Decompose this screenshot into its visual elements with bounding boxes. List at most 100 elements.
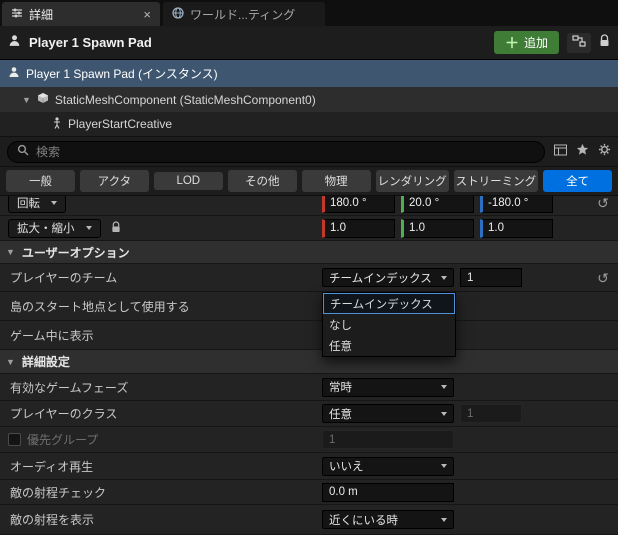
player-class-index-field: 1 [460,404,522,423]
hierarchy-staticmesh-label: StaticMeshComponent (StaticMeshComponent… [54,92,316,107]
details-header: Player 1 Spawn Pad ＋ 追加 [0,26,618,60]
filter-actor[interactable]: アクタ [79,170,149,192]
property-grid: 回転 180.0 ° 20.0 ° -180.0 ° ↺ 拡大・縮小 1.0 1… [0,196,618,535]
chevron-down-icon [441,411,447,416]
player-team-dropdown[interactable]: チームインデックス [322,268,454,287]
tab-details-label: 詳細 [29,7,54,22]
menu-item-any[interactable]: 任意 [323,335,455,356]
lock-icon[interactable] [599,33,610,52]
chevron-down-icon [441,464,447,468]
player-team-row: プレイヤーのチーム チームインデックス 1 ↺ [0,264,618,292]
menu-item-team-index[interactable]: チームインデックス [323,293,455,314]
chevron-down-icon [441,517,447,522]
tab-world-settings[interactable]: ワールド...ティング [163,2,325,26]
player-class-row: プレイヤーのクラス 任意 1 [0,401,618,427]
rotation-y-field[interactable]: 20.0 ° [401,196,474,213]
figure-icon [52,116,62,132]
show-in-game-row: ゲーム中に表示 [0,321,618,350]
priority-group-checkbox[interactable] [8,433,21,446]
world-icon [172,6,184,22]
rotation-mode-dropdown[interactable]: 回転 [8,196,66,213]
tab-details[interactable]: 詳細 × [2,2,160,26]
rotation-z-field[interactable]: -180.0 ° [480,196,553,213]
filter-lod[interactable]: LOD [153,172,223,190]
rotation-row: 回転 180.0 ° 20.0 ° -180.0 ° ↺ [0,196,618,216]
player-class-label: プレイヤーのクラス [10,407,118,421]
page-title: Player 1 Spawn Pad [29,35,152,50]
filter-physics[interactable]: 物理 [301,170,371,192]
chevron-down-icon [441,385,447,389]
menu-item-none[interactable]: なし [323,314,455,335]
node-graph-icon [572,34,586,52]
cube-icon [37,92,49,107]
hierarchy-root-label: Player 1 Spawn Pad (インスタンス) [26,67,218,81]
player-team-label: プレイヤーのチーム [10,271,118,285]
section-user-options[interactable]: ▼ ユーザーオプション [0,241,618,264]
reset-icon[interactable]: ↺ [597,271,609,285]
favorites-star-icon[interactable] [576,143,589,161]
reset-icon[interactable]: ↺ [597,196,609,210]
player-team-index-field[interactable]: 1 [460,268,522,287]
team-dropdown-menu: チームインデックス なし 任意 [322,292,456,357]
scale-lock-icon[interactable] [111,220,121,236]
hierarchy-row-root[interactable]: Player 1 Spawn Pad (インスタンス) [0,60,618,87]
chevron-down-icon [85,226,92,230]
filter-misc[interactable]: その他 [227,170,297,192]
game-phase-dropdown[interactable]: 常時 [322,377,454,397]
priority-group-label: 優先グループ [27,433,99,447]
search-icon [17,143,29,161]
enemy-range-check-row: 敵の射程チェック 0.0 m [0,480,618,505]
blueprint-graph-button[interactable] [567,32,591,53]
game-phase-label: 有効なゲームフェーズ [10,380,129,395]
scale-mode-dropdown[interactable]: 拡大・縮小 [8,218,101,238]
search-input[interactable]: 検索 [7,140,545,163]
game-phase-row: 有効なゲームフェーズ 常時 [0,374,618,401]
scale-x-field[interactable]: 1.0 [322,218,395,238]
filter-streaming[interactable]: ストリーミング [453,170,539,192]
scale-z-field[interactable]: 1.0 [480,218,553,238]
search-placeholder: 検索 [36,145,61,159]
player-class-dropdown[interactable]: 任意 [322,404,454,423]
island-start-label: 島のスタート地点として使用する [10,299,190,314]
chevron-down-icon [441,275,447,280]
filter-rendering[interactable]: レンダリング [375,170,449,192]
collapse-arrow-icon: ▼ [6,247,15,257]
search-row: 検索 [0,137,618,167]
actor-icon [8,66,20,81]
add-button-label: 追加 [523,36,548,50]
view-options-icon[interactable] [554,143,567,161]
gear-icon[interactable] [598,143,611,161]
rotation-x-field[interactable]: 180.0 ° [322,196,395,213]
enemy-range-display-row: 敵の射程を表示 近くにいる時 [0,505,618,535]
show-in-game-label: ゲーム中に表示 [10,328,94,343]
details-icon [11,7,23,22]
hierarchy-playerstart-label: PlayerStartCreative [68,117,173,131]
enemy-range-check-label: 敵の射程チェック [10,485,107,500]
close-icon[interactable]: × [143,8,151,21]
hierarchy-row-playerstart[interactable]: PlayerStartCreative [0,112,618,137]
enemy-range-check-field[interactable]: 0.0 m [322,482,454,502]
enemy-range-display-dropdown[interactable]: 近くにいる時 [322,510,454,529]
component-hierarchy: Player 1 Spawn Pad (インスタンス) ▼ StaticMesh… [0,60,618,137]
audio-playback-dropdown[interactable]: いいえ [322,456,454,476]
expand-arrow-icon[interactable]: ▼ [22,95,31,105]
priority-group-field: 1 [322,430,454,449]
actor-icon [8,34,21,52]
filter-general[interactable]: 一般 [6,170,75,192]
filter-all[interactable]: 全て [543,170,613,192]
scale-y-field[interactable]: 1.0 [401,218,474,238]
plus-icon: ＋ [504,34,519,51]
section-advanced[interactable]: ▼ 詳細設定 [0,350,618,374]
panel-tab-bar: 詳細 × ワールド...ティング [0,0,618,26]
chevron-down-icon [51,201,57,205]
add-button[interactable]: ＋ 追加 [493,31,559,54]
island-start-row: 島のスタート地点として使用する [0,292,618,321]
tab-world-settings-label: ワールド...ティング [190,7,296,22]
enemy-range-display-label: 敵の射程を表示 [10,513,95,527]
collapse-arrow-icon: ▼ [6,356,15,367]
audio-playback-label: オーディオ再生 [10,459,94,474]
hierarchy-row-staticmesh[interactable]: ▼ StaticMeshComponent (StaticMeshCompone… [0,87,618,112]
filter-bar: 一般 アクタ LOD その他 物理 レンダリング ストリーミング 全て [0,167,618,196]
scale-row: 拡大・縮小 1.0 1.0 1.0 [0,216,618,241]
audio-playback-row: オーディオ再生 いいえ [0,453,618,480]
